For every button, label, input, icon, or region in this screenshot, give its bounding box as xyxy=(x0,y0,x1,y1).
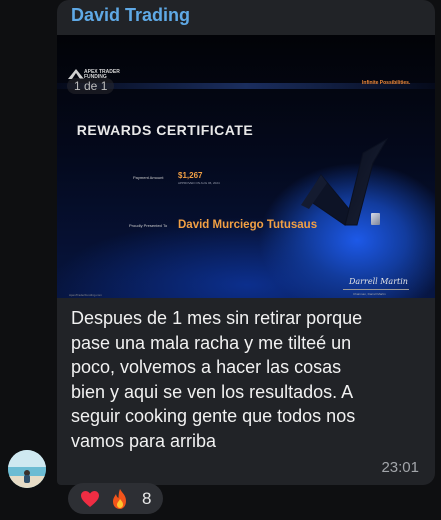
payment-amount: $1,267 xyxy=(178,171,203,180)
decor-cube xyxy=(371,213,380,225)
signature-title: Chairman, Darrell Martin xyxy=(353,292,386,296)
payment-date: APPROVED ON AUG 06, 2024 xyxy=(178,181,220,185)
heart-icon[interactable] xyxy=(80,490,100,508)
presented-label: Proudly Presented To xyxy=(129,223,168,228)
sender-avatar[interactable] xyxy=(8,450,46,488)
message-text: Despues de 1 mes sin retirar porque pase… xyxy=(71,308,363,451)
sender-name[interactable]: David Trading xyxy=(71,5,190,26)
signature: Darrell Martin xyxy=(349,277,408,286)
fire-icon[interactable] xyxy=(110,488,130,510)
cert-website: ApexTraderFunding.com xyxy=(69,293,102,297)
cert-tagline: Infinite Possibilities. xyxy=(362,80,411,86)
page-indicator: 1 de 1 xyxy=(67,78,115,94)
cert-title: REWARDS CERTIFICATE xyxy=(76,122,254,138)
chat-view: David Trading APEX TRADER FUNDING 1 de 1… xyxy=(0,0,441,520)
payment-label: Payment Amount xyxy=(133,175,164,180)
certificate-image[interactable]: APEX TRADER FUNDING 1 de 1 Infinite Poss… xyxy=(57,35,435,298)
reaction-count: 8 xyxy=(142,489,152,508)
apex-mark-icon xyxy=(301,137,389,226)
message-bubble[interactable]: David Trading APEX TRADER FUNDING 1 de 1… xyxy=(57,0,435,485)
message-time: 23:01 xyxy=(381,459,419,476)
signature-line xyxy=(343,289,409,290)
reactions-bar[interactable]: 8 xyxy=(68,483,163,514)
